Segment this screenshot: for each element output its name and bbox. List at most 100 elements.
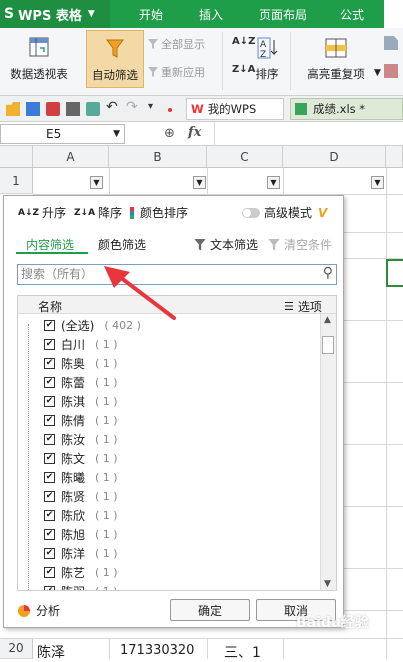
analysis-button[interactable]: 分析 [18, 602, 60, 619]
autofilter-button[interactable]: 自动筛选 [86, 30, 144, 88]
column-header-e[interactable] [386, 146, 403, 168]
checkbox-checked-icon[interactable]: ✔ [44, 396, 55, 407]
list-item[interactable]: ✔ 白川 ( 1 ) [18, 335, 318, 354]
name-box[interactable]: E5 ▼ [0, 124, 125, 144]
checkbox-checked-icon[interactable]: ✔ [44, 472, 55, 483]
grid-line [109, 638, 110, 659]
checkbox-checked-icon[interactable]: ✔ [44, 320, 55, 331]
scrollbar-thumb[interactable] [322, 336, 334, 354]
tab-data[interactable] [384, 0, 403, 30]
autofilter-label: 自动筛选 [92, 68, 138, 82]
doc-tab-my-wps[interactable]: W 我的WPS [186, 98, 284, 120]
print-icon[interactable] [66, 102, 80, 116]
reapply-button[interactable]: 重新应用 [148, 64, 205, 80]
checkbox-checked-icon[interactable]: ✔ [44, 567, 55, 578]
cell-c20[interactable]: 三、1 [224, 642, 261, 662]
checkbox-checked-icon[interactable]: ✔ [44, 491, 55, 502]
cell-a20[interactable]: 陈泽 [37, 642, 65, 662]
checkbox-checked-icon[interactable]: ✔ [44, 434, 55, 445]
select-all-corner[interactable] [0, 146, 33, 168]
column-header-a[interactable]: A [33, 146, 109, 168]
checkbox-checked-icon[interactable]: ✔ [44, 358, 55, 369]
filter-dropdown-button[interactable]: ▼ [193, 176, 206, 189]
tab-insert[interactable]: 插入 [186, 0, 236, 28]
data-tool-icon[interactable] [384, 64, 398, 78]
item-count: ( 1 ) [95, 566, 118, 579]
column-header-b[interactable]: B [109, 146, 207, 168]
options-button[interactable]: ☰ 选项 [284, 298, 322, 315]
customize-qat-icon[interactable]: ▾ [148, 101, 162, 115]
checkbox-checked-icon[interactable]: ✔ [44, 339, 55, 350]
selected-cell-e5[interactable] [386, 259, 403, 287]
list-item[interactable]: ✔ 陈欣 ( 1 ) [18, 506, 318, 525]
app-menu-button[interactable]: S WPS 表格 ▼ [0, 0, 110, 28]
function-icon[interactable]: fx [188, 125, 201, 140]
checkbox-checked-icon[interactable]: ✔ [44, 529, 55, 540]
list-item[interactable]: ✔ 陈汝 ( 1 ) [18, 430, 318, 449]
advanced-mode-toggle[interactable]: 高级模式 V [242, 204, 327, 221]
cell-b20[interactable]: 171330320 [120, 643, 194, 658]
list-item[interactable]: ✔ 陈倩 ( 1 ) [18, 411, 318, 430]
row-header-20[interactable]: 20 [0, 638, 33, 659]
zoom-formula-icon[interactable]: ⊕ [164, 126, 175, 141]
vip-v-icon: V [318, 205, 328, 220]
list-item[interactable]: ✔ 陈贤 ( 1 ) [18, 487, 318, 506]
tab-formulas[interactable]: 公式 [328, 0, 376, 28]
scroll-down-icon[interactable]: ▼ [324, 579, 331, 589]
item-name: 陈淇 [61, 395, 86, 409]
save-icon[interactable] [26, 102, 40, 116]
checkbox-checked-icon[interactable]: ✔ [44, 510, 55, 521]
clear-conditions-button[interactable]: 清空条件 [268, 236, 332, 253]
sort-desc-small-button[interactable]: Z↓A [232, 64, 255, 75]
data-tool-icon[interactable] [384, 36, 398, 50]
pivot-table-button[interactable]: 数据透视表 [6, 36, 72, 82]
list-item[interactable]: ✔ 陈洋 ( 1 ) [18, 544, 318, 563]
toggle-switch-icon [242, 207, 260, 218]
checkbox-checked-icon[interactable]: ✔ [44, 415, 55, 426]
filter-dropdown-button[interactable]: ▼ [371, 176, 384, 189]
color-sort-button[interactable]: 颜色排序 [130, 204, 188, 221]
print-preview-icon[interactable] [86, 102, 100, 116]
filter-small-icon [148, 39, 158, 49]
tab-content-filter[interactable]: 内容筛选 [26, 236, 74, 253]
show-all-button[interactable]: 全部显示 [148, 36, 205, 52]
filter-dropdown-button[interactable]: ▼ [90, 176, 103, 189]
list-item[interactable]: ✔ 陈文 ( 1 ) [18, 449, 318, 468]
redo-icon[interactable]: ↷ [126, 99, 140, 115]
export-pdf-icon[interactable] [46, 102, 60, 116]
formula-bar: E5 ▼ ⊕ fx [0, 122, 403, 146]
list-item[interactable]: ✔ 陈羽 ( 1 ) [18, 582, 318, 590]
item-count: ( 1 ) [95, 433, 118, 446]
sort-descending-button[interactable]: Z↓A 降序 [74, 204, 122, 221]
scroll-up-icon[interactable]: ▲ [324, 315, 331, 325]
checkbox-checked-icon[interactable]: ✔ [44, 548, 55, 559]
checkbox-checked-icon[interactable]: ✔ [44, 377, 55, 388]
open-folder-icon[interactable] [6, 102, 20, 116]
list-item[interactable]: ✔ 陈艺 ( 1 ) [18, 563, 318, 582]
sort-icon: AZ [257, 37, 278, 60]
doc-tab-grades[interactable]: 成绩.xls * [290, 98, 403, 120]
text-filter-button[interactable]: 文本筛选 [194, 236, 258, 253]
row-header-1[interactable]: 1 [0, 168, 33, 194]
checkbox-checked-icon[interactable]: ✔ [44, 586, 55, 590]
list-scrollbar[interactable]: ▲ ▼ [320, 314, 336, 590]
tab-page-layout[interactable]: 页面布局 [244, 0, 322, 28]
filter-dropdown-button[interactable]: ▼ [267, 176, 280, 189]
ok-button[interactable]: 确定 [170, 599, 250, 621]
highlight-duplicates-button[interactable]: 高亮重复项 [298, 36, 374, 82]
list-item[interactable]: ✔ 陈淇 ( 1 ) [18, 392, 318, 411]
list-item[interactable]: ✔ 陈旭 ( 1 ) [18, 525, 318, 544]
undo-icon[interactable]: ↶ [106, 99, 120, 115]
checkbox-checked-icon[interactable]: ✔ [44, 453, 55, 464]
tab-home[interactable]: 开始 [124, 0, 178, 28]
column-header-c[interactable]: C [207, 146, 283, 168]
list-item[interactable]: ✔ 陈曦 ( 1 ) [18, 468, 318, 487]
chevron-down-icon[interactable]: ▼ [374, 68, 381, 78]
sort-button[interactable]: AZ 排序 [252, 36, 282, 82]
column-header-d[interactable]: D [283, 146, 386, 168]
sort-ascending-button[interactable]: A↓Z 升序 [18, 204, 66, 221]
list-item[interactable]: ✔ 陈蕾 ( 1 ) [18, 373, 318, 392]
item-count: ( 1 ) [95, 528, 118, 541]
list-item[interactable]: ✔ 陈奥 ( 1 ) [18, 354, 318, 373]
tab-color-filter[interactable]: 颜色筛选 [98, 236, 146, 253]
